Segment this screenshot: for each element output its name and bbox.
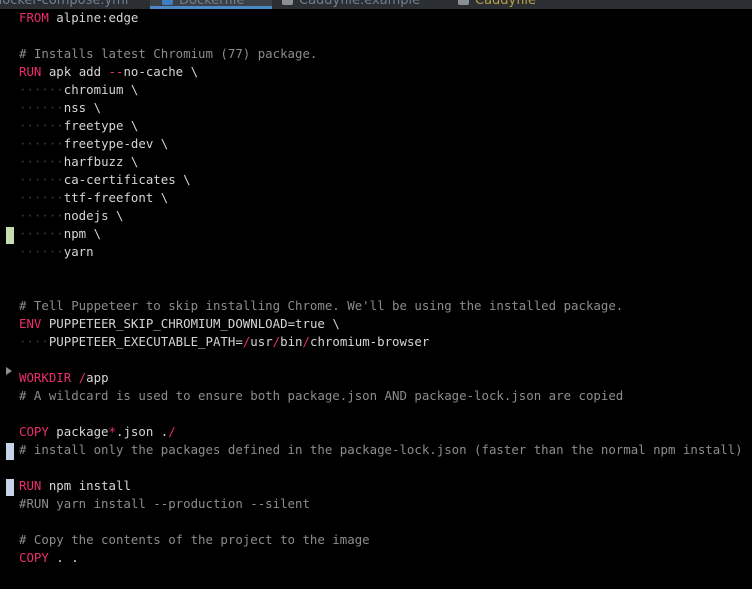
indent-dots: ······ (19, 190, 64, 205)
code-line: ······nss \ (19, 99, 752, 117)
code-editor[interactable]: FROM alpine:edge # Installs latest Chrom… (19, 9, 752, 567)
code-line: RUN apk add --no-cache \ (19, 63, 752, 81)
code-line: WORKDIR /app (19, 369, 752, 387)
code-text: package (48, 424, 109, 439)
keyword: ENV (19, 316, 42, 331)
indent-dots: ······ (19, 136, 64, 151)
code-text: .json (116, 424, 161, 439)
code-comment: # A wildcard is used to ensure both pack… (19, 388, 624, 403)
code-line: ······chromium \ (19, 81, 752, 99)
indent-dots: ······ (19, 100, 64, 115)
code-text: no-cache \ (123, 64, 199, 79)
operator: -- (108, 64, 124, 79)
code-line: ······nodejs \ (19, 207, 752, 225)
tab-docker-compose[interactable]: docker-compose.yml (0, 0, 128, 9)
vcs-modified-marker[interactable] (6, 443, 14, 460)
code-text: PUPPETEER_SKIP_CHROMIUM_DOWNLOAD=true \ (41, 316, 340, 331)
code-text: alpine:edge (48, 10, 139, 25)
operator: / (168, 424, 176, 439)
code-text: freetype-dev \ (63, 136, 169, 151)
code-comment: # install only the packages defined in t… (19, 442, 743, 457)
code-text: chromium-browser (310, 334, 430, 349)
code-text: npm install (41, 478, 131, 493)
keyword: RUN (19, 64, 42, 79)
indent-dots: ······ (19, 172, 64, 187)
code-text: harfbuzz \ (63, 154, 139, 169)
code-text: yarn (63, 244, 94, 259)
tab-caddyfile[interactable]: Caddyfile (458, 0, 536, 9)
code-text: bin (280, 334, 303, 349)
fold-arrow-icon[interactable] (6, 367, 12, 375)
code-line: ······yarn (19, 243, 752, 261)
code-line: ······npm \ (19, 225, 752, 243)
code-comment: # Installs latest Chromium (77) package. (19, 46, 318, 61)
keyword: COPY (19, 424, 49, 439)
tab-label: Caddyfile.example (299, 0, 421, 8)
code-line: ······harfbuzz \ (19, 153, 752, 171)
tab-label: Caddyfile (475, 0, 537, 8)
keyword: WORKDIR (19, 370, 72, 385)
code-line: FROM alpine:edge (19, 9, 752, 27)
operator: / (302, 334, 310, 349)
code-text: ttf-freefont \ (63, 190, 169, 205)
indent-dots: ···· (19, 334, 49, 349)
vcs-added-marker[interactable] (6, 227, 14, 244)
indent-dots: ······ (19, 118, 64, 133)
text-file-icon (458, 0, 469, 5)
editor-gutter (0, 9, 16, 589)
code-text: freetype \ (63, 118, 139, 133)
code-text: ca-certificates \ (63, 172, 191, 187)
code-text: usr (250, 334, 273, 349)
keyword: FROM (19, 10, 49, 25)
vcs-modified-marker[interactable] (6, 479, 14, 496)
code-text: nss \ (63, 100, 102, 115)
code-text: chromium \ (63, 82, 139, 97)
indent-dots: ······ (19, 154, 64, 169)
code-text: nodejs \ (63, 208, 124, 223)
code-text: PUPPETEER_EXECUTABLE_PATH= (48, 334, 243, 349)
code-text: app (86, 370, 109, 385)
keyword: RUN (19, 478, 42, 493)
tab-dockerfile[interactable]: Dockerfile (150, 0, 272, 9)
keyword: COPY (19, 550, 49, 565)
indent-dots: ······ (19, 82, 64, 97)
text-file-icon (282, 0, 293, 5)
code-line: ENV PUPPETEER_SKIP_CHROMIUM_DOWNLOAD=tru… (19, 315, 752, 333)
code-line: ······freetype-dev \ (19, 135, 752, 153)
tab-label: Dockerfile (179, 0, 245, 8)
indent-dots: ······ (19, 226, 64, 241)
indent-dots: ······ (19, 244, 64, 259)
indent-dots: ······ (19, 208, 64, 223)
code-line: ······freetype \ (19, 117, 752, 135)
tab-label: docker-compose.yml (0, 0, 129, 8)
code-line: ······ttf-freefont \ (19, 189, 752, 207)
code-text: apk add (41, 64, 109, 79)
editor-tab-bar: docker-compose.yml Dockerfile Caddyfile.… (0, 0, 752, 9)
code-text: . . (48, 550, 79, 565)
code-comment: # Copy the contents of the project to th… (19, 532, 370, 547)
code-comment: #RUN yarn install --production --silent (19, 496, 310, 511)
code-line: COPY . . (19, 549, 752, 567)
code-line: COPY package*.json ./ (19, 423, 752, 441)
tab-caddyfile-example[interactable]: Caddyfile.example (282, 0, 420, 9)
operator: * (108, 424, 116, 439)
code-comment: # Tell Puppeteer to skip installing Chro… (19, 298, 624, 313)
code-line: ······ca-certificates \ (19, 171, 752, 189)
dockerfile-file-icon (162, 0, 173, 5)
code-line: RUN npm install (19, 477, 752, 495)
code-line: ····PUPPETEER_EXECUTABLE_PATH=/usr/bin/c… (19, 333, 752, 351)
code-text: npm \ (63, 226, 102, 241)
